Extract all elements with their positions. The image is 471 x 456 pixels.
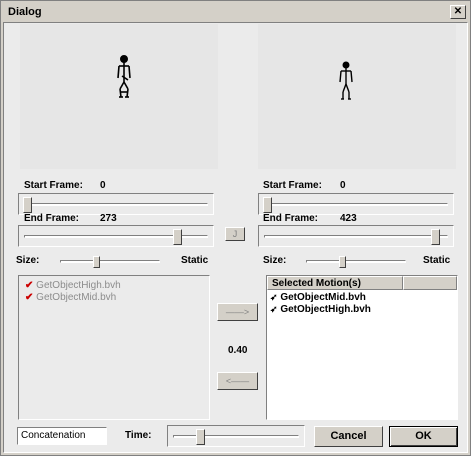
remove-motion-button[interactable]: <—— [217, 372, 258, 390]
blend-value: 0.40 [228, 345, 248, 356]
slider-thumb[interactable] [338, 256, 346, 268]
column-header-label: Selected Motion(s) [272, 278, 361, 289]
cancel-button-label: Cancel [330, 430, 367, 442]
j-button-label: J [232, 229, 238, 239]
time-label: Time: [125, 430, 152, 441]
ok-button-label: OK [415, 430, 432, 442]
list-item[interactable]: ✔ GetObjectMid.bvh [25, 292, 116, 305]
window-title: Dialog [8, 6, 42, 18]
cancel-button[interactable]: Cancel [314, 426, 383, 447]
check-icon: ✔ [25, 292, 34, 303]
right-motion-viewport[interactable] [258, 24, 456, 169]
left-motion-viewport[interactable] [20, 24, 218, 169]
slider-track [264, 235, 448, 238]
left-static-label: Static [181, 255, 209, 266]
slider-thumb[interactable] [195, 429, 205, 445]
slider-track [264, 203, 448, 206]
slider-track [306, 260, 406, 263]
close-button[interactable]: ✕ [450, 5, 466, 19]
ok-button[interactable]: OK [389, 426, 458, 447]
close-icon: ✕ [453, 6, 463, 17]
right-size-label: Size: [263, 255, 287, 266]
left-size-label: Size: [16, 255, 40, 266]
left-start-frame-slider[interactable] [18, 193, 214, 215]
left-end-frame-value: 273 [100, 213, 117, 224]
motion-label: GetObjectMid.bvh [36, 292, 117, 303]
left-arrow-icon: <—— [225, 376, 250, 386]
dialog-client: Start Frame: 0 End Frame: 273 Start Fram… [3, 22, 468, 453]
slider-thumb[interactable] [23, 197, 32, 213]
operation-field[interactable]: Concatenation [17, 427, 107, 445]
left-start-frame-label: Start Frame: [24, 180, 83, 191]
right-end-frame-slider[interactable] [258, 225, 454, 247]
available-motions-list[interactable]: ✔ GetObjectHigh.bvh ✔ GetObjectMid.bvh [18, 275, 210, 420]
left-skeleton-figure [117, 54, 131, 98]
motion-label: GetObjectHigh.bvh [36, 280, 121, 291]
column-header-filler [403, 276, 457, 290]
slider-thumb[interactable] [173, 229, 183, 245]
add-motion-button[interactable]: ——> [217, 303, 258, 321]
right-end-frame-value: 423 [340, 213, 357, 224]
right-start-frame-value: 0 [340, 180, 346, 191]
motion-file-icon: ➶ [270, 304, 278, 314]
slider-thumb[interactable] [263, 197, 272, 213]
slider-thumb[interactable] [431, 229, 441, 245]
slider-track [60, 260, 160, 263]
selected-motions-list[interactable]: Selected Motion(s) ➶ GetObjectMid.bvh ➶ … [266, 275, 458, 420]
left-end-frame-slider[interactable] [18, 225, 214, 247]
check-icon: ✔ [25, 280, 34, 291]
j-button[interactable]: J [225, 227, 245, 241]
selected-motions-column-header[interactable]: Selected Motion(s) [267, 276, 403, 290]
operation-value: Concatenation [21, 430, 86, 441]
right-static-label: Static [423, 255, 451, 266]
left-start-frame-value: 0 [100, 180, 106, 191]
list-item[interactable]: ➶ GetObjectHigh.bvh [270, 304, 371, 317]
motion-file-icon: ➶ [270, 292, 278, 302]
time-slider[interactable] [167, 425, 305, 447]
left-size-slider[interactable] [60, 256, 160, 268]
selected-motion-label: GetObjectMid.bvh [280, 292, 366, 303]
slider-thumb[interactable] [92, 256, 100, 268]
slider-track [24, 203, 208, 206]
right-start-frame-label: Start Frame: [263, 180, 322, 191]
left-end-frame-label: End Frame: [24, 213, 80, 224]
selected-motion-label: GetObjectHigh.bvh [280, 304, 371, 315]
right-skeleton-figure [339, 61, 353, 100]
right-size-slider[interactable] [306, 256, 406, 268]
title-bar: Dialog ✕ [3, 3, 468, 22]
slider-track [173, 435, 299, 438]
right-end-frame-label: End Frame: [263, 213, 319, 224]
right-start-frame-slider[interactable] [258, 193, 454, 215]
dialog-window: Dialog ✕ Start Frame: 0 End Frame: 273 S… [0, 0, 471, 456]
right-arrow-icon: ——> [225, 307, 250, 317]
